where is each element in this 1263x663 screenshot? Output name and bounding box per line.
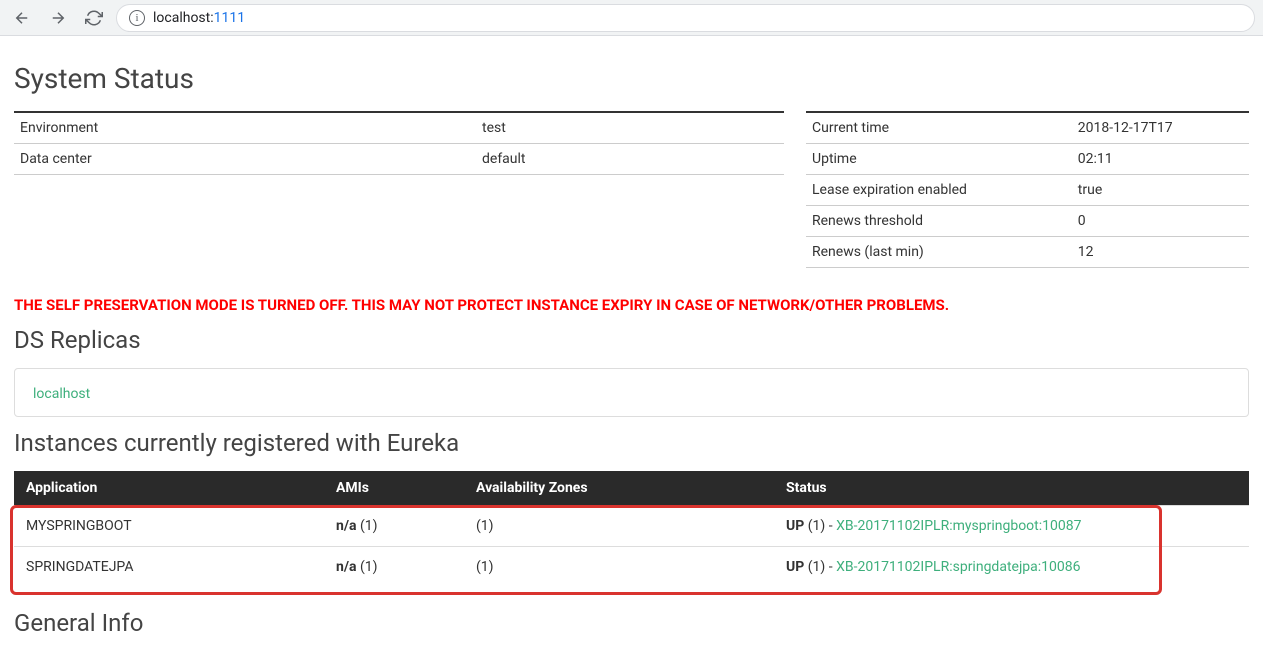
- table-row: SPRINGDATEJPA n/a (1) (1) UP (1) - XB-20…: [14, 547, 1249, 588]
- replica-link[interactable]: localhost: [33, 386, 90, 402]
- cell-application: MYSPRINGBOOT: [14, 506, 324, 547]
- page-title: System Status: [14, 62, 1249, 95]
- info-icon: i: [129, 10, 145, 26]
- table-row: Current time2018-12-17T17: [806, 112, 1249, 144]
- cell-az: (1): [464, 506, 774, 547]
- table-row: Renews threshold0: [806, 206, 1249, 237]
- status-value: 02:11: [1072, 144, 1249, 175]
- status-label: Uptime: [806, 144, 1072, 175]
- warning-banner: THE SELF PRESERVATION MODE IS TURNED OFF…: [14, 296, 1249, 314]
- status-value: default: [476, 144, 784, 175]
- general-info-heading: General Info: [14, 609, 1249, 637]
- table-row: Uptime02:11: [806, 144, 1249, 175]
- cell-amis: n/a (1): [324, 506, 464, 547]
- th-status: Status: [774, 471, 1249, 506]
- status-columns: EnvironmenttestData centerdefault Curren…: [14, 111, 1249, 268]
- status-value: 2018-12-17T17: [1072, 112, 1249, 144]
- status-label: Data center: [14, 144, 476, 175]
- table-row: Environmenttest: [14, 112, 784, 144]
- table-row: Lease expiration enabledtrue: [806, 175, 1249, 206]
- status-value: 0: [1072, 206, 1249, 237]
- status-value: 12: [1072, 237, 1249, 268]
- status-label: Renews (last min): [806, 237, 1072, 268]
- table-row: Renews (last min)12: [806, 237, 1249, 268]
- th-amis: AMIs: [324, 471, 464, 506]
- instance-link[interactable]: XB-20171102IPLR:springdatejpa:10086: [836, 559, 1080, 575]
- table-row: MYSPRINGBOOT n/a (1) (1) UP (1) - XB-201…: [14, 506, 1249, 547]
- table-row: Data centerdefault: [14, 144, 784, 175]
- status-table-left: EnvironmenttestData centerdefault: [14, 111, 784, 175]
- replica-box: localhost: [14, 368, 1249, 417]
- url-text: localhost:1111: [153, 10, 245, 26]
- status-value: true: [1072, 175, 1249, 206]
- browser-toolbar: i localhost:1111: [0, 0, 1263, 36]
- cell-amis: n/a (1): [324, 547, 464, 588]
- ds-replicas-heading: DS Replicas: [14, 326, 1249, 354]
- status-label: Current time: [806, 112, 1072, 144]
- status-label: Renews threshold: [806, 206, 1072, 237]
- page-content: System Status EnvironmenttestData center…: [0, 36, 1263, 663]
- instance-link[interactable]: XB-20171102IPLR:myspringboot:10087: [836, 518, 1081, 534]
- address-bar[interactable]: i localhost:1111: [116, 4, 1255, 32]
- cell-status: UP (1) - XB-20171102IPLR:springdatejpa:1…: [774, 547, 1249, 588]
- cell-application: SPRINGDATEJPA: [14, 547, 324, 588]
- table-header-row: Application AMIs Availability Zones Stat…: [14, 471, 1249, 506]
- cell-status: UP (1) - XB-20171102IPLR:myspringboot:10…: [774, 506, 1249, 547]
- reload-icon: [85, 9, 103, 27]
- instances-table: Application AMIs Availability Zones Stat…: [14, 471, 1249, 587]
- reload-button[interactable]: [80, 4, 108, 32]
- th-availability-zones: Availability Zones: [464, 471, 774, 506]
- instances-heading: Instances currently registered with Eure…: [14, 429, 1249, 457]
- th-application: Application: [14, 471, 324, 506]
- status-label: Environment: [14, 112, 476, 144]
- status-label: Lease expiration enabled: [806, 175, 1072, 206]
- cell-az: (1): [464, 547, 774, 588]
- forward-button[interactable]: [44, 4, 72, 32]
- arrow-left-icon: [13, 9, 31, 27]
- status-table-right: Current time2018-12-17T17Uptime02:11Leas…: [806, 111, 1249, 268]
- status-value: test: [476, 112, 784, 144]
- arrow-right-icon: [49, 9, 67, 27]
- back-button[interactable]: [8, 4, 36, 32]
